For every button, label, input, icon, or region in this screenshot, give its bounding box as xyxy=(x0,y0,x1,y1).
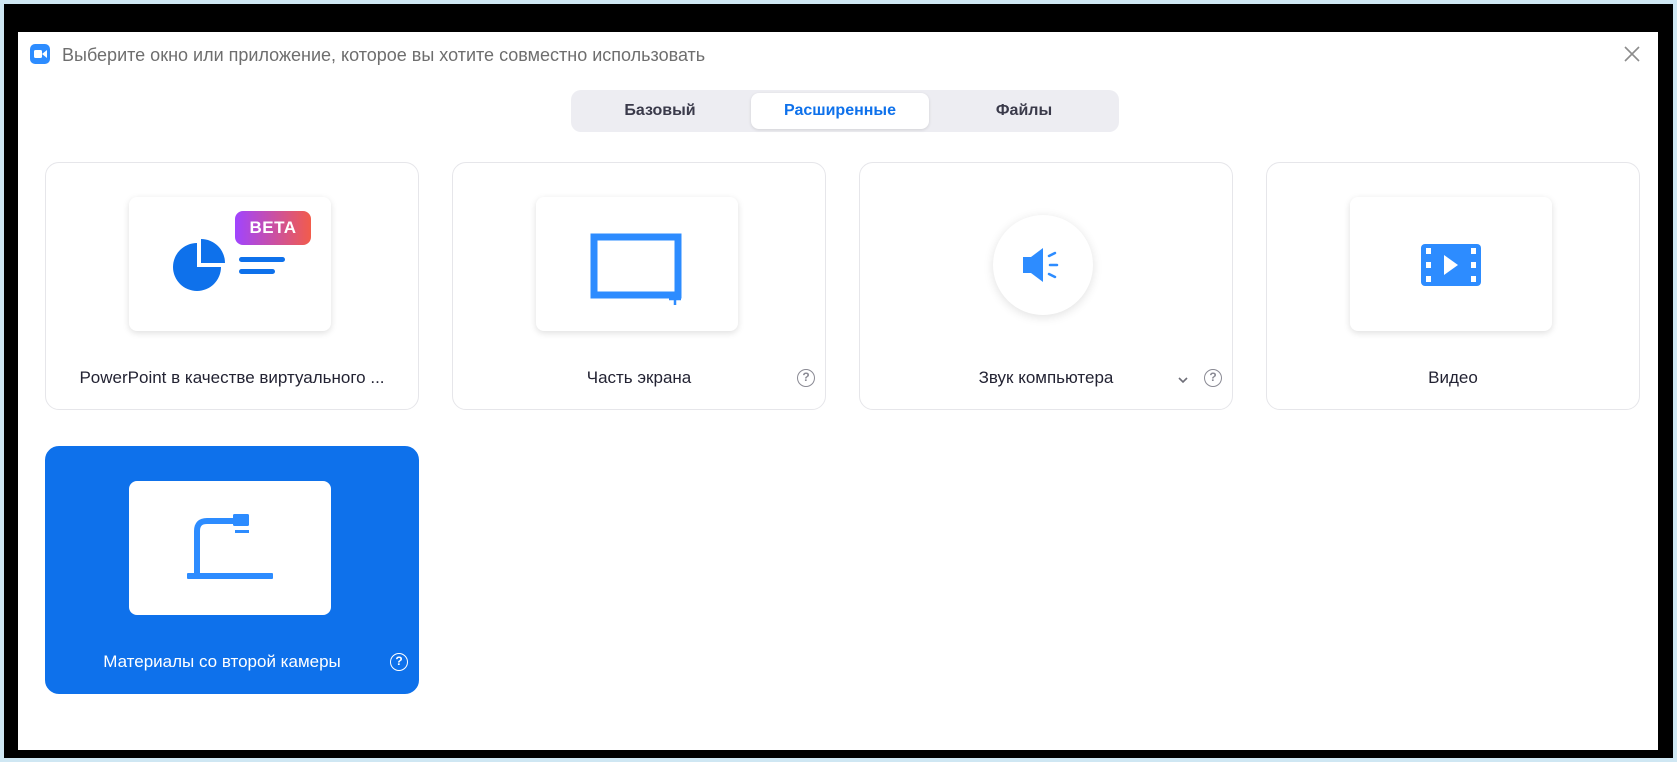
option-powerpoint-background[interactable]: BETA PowerPoint в качестве виртуального … xyxy=(45,162,419,410)
option-portion-of-screen[interactable]: Часть экрана ? xyxy=(452,162,826,410)
option-computer-sound[interactable]: Звук компьютера ? xyxy=(859,162,1233,410)
tab-basic[interactable]: Базовый xyxy=(579,93,741,129)
powerpoint-chart-icon xyxy=(173,239,285,291)
title-bar: Выберите окно или приложение, которое вы… xyxy=(18,32,1658,80)
option-second-camera[interactable]: Материалы со второй камеры ? xyxy=(45,446,419,694)
option-thumbnail: BETA xyxy=(129,197,331,331)
option-label: Часть экрана xyxy=(586,368,692,387)
share-tabs: Базовый Расширенные Файлы xyxy=(571,90,1119,132)
option-label: Видео xyxy=(1428,368,1478,387)
tab-files[interactable]: Файлы xyxy=(939,93,1109,129)
close-button[interactable] xyxy=(1620,42,1644,66)
speaker-icon xyxy=(1023,248,1059,282)
option-thumbnail xyxy=(536,197,738,331)
document-camera-icon xyxy=(187,514,273,579)
option-label: PowerPoint в качестве виртуального ... xyxy=(79,368,385,387)
speaker-circle xyxy=(993,215,1093,315)
option-thumbnail xyxy=(129,481,331,615)
close-icon xyxy=(1624,46,1640,62)
video-film-icon xyxy=(1421,244,1481,286)
zoom-camera-icon xyxy=(30,44,50,64)
chevron-down-icon[interactable] xyxy=(1176,373,1190,387)
help-icon[interactable]: ? xyxy=(797,369,815,387)
dialog-title: Выберите окно или приложение, которое вы… xyxy=(62,45,706,65)
tab-advanced[interactable]: Расширенные xyxy=(751,93,929,129)
option-video[interactable]: Видео xyxy=(1266,162,1640,410)
screenshot-frame: Выберите окно или приложение, которое вы… xyxy=(4,4,1673,758)
help-icon[interactable]: ? xyxy=(390,653,408,671)
option-label: Материалы со второй камеры xyxy=(103,652,341,671)
option-thumbnail xyxy=(1350,197,1552,331)
help-icon[interactable]: ? xyxy=(1204,369,1222,387)
share-dialog: Выберите окно или приложение, которое вы… xyxy=(18,32,1658,750)
screen-portion-icon xyxy=(590,233,682,305)
